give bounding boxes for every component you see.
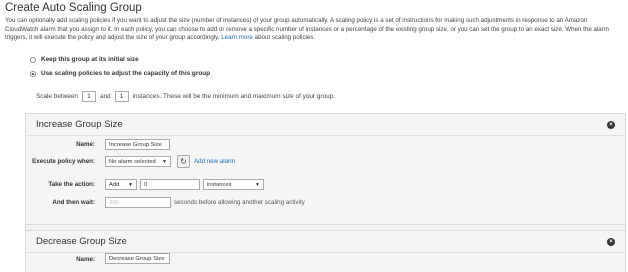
learn-more-link[interactable]: Learn more bbox=[221, 34, 253, 41]
use-policies-label: Use scaling policies to adjust the capac… bbox=[41, 70, 211, 77]
max-size-input[interactable]: 1 bbox=[114, 91, 129, 102]
increase-policy-panel: Increase Group Size × bbox=[25, 113, 626, 225]
intro-line-2: CloudWatch alarm that you assign to it. … bbox=[5, 25, 609, 33]
decrease-name-label: Name: bbox=[76, 256, 95, 263]
page-title: Create Auto Scaling Group bbox=[5, 2, 142, 14]
intro-text: You can optionally add scaling policies … bbox=[5, 17, 625, 43]
decrease-panel-header: Decrease Group Size × bbox=[26, 231, 625, 253]
unit-select-value: instances bbox=[207, 181, 232, 188]
execute-policy-label: Execute policy when: bbox=[32, 158, 95, 165]
chevron-down-icon: ▼ bbox=[162, 158, 167, 165]
min-size-input[interactable]: 1 bbox=[81, 91, 96, 102]
unit-select[interactable]: instances ▼ bbox=[203, 179, 264, 190]
increase-name-label: Name: bbox=[76, 141, 95, 148]
keep-size-label: Keep this group at its initial size bbox=[41, 56, 139, 63]
close-icon[interactable]: × bbox=[607, 237, 615, 246]
intro-line-1: You can optionally add scaling policies … bbox=[5, 17, 588, 24]
keep-size-option[interactable]: Keep this group at its initial size bbox=[30, 56, 139, 63]
alarm-select-value: No alarm selected bbox=[109, 158, 156, 165]
alarm-select[interactable]: No alarm selected ▼ bbox=[105, 156, 171, 167]
decrease-policy-panel: Decrease Group Size × bbox=[25, 230, 626, 272]
use-policies-option[interactable]: Use scaling policies to adjust the capac… bbox=[30, 70, 210, 77]
action-select-value: Add bbox=[109, 181, 120, 188]
wait-suffix: seconds before allowing another scaling … bbox=[174, 199, 305, 206]
increase-panel-header: Increase Group Size × bbox=[26, 114, 625, 136]
wait-label: And then wait: bbox=[52, 199, 95, 206]
use-policies-radio[interactable] bbox=[30, 70, 36, 77]
intro-line-3-text: triggers, it will execute the policy and… bbox=[5, 34, 220, 42]
take-action-label: Take the action: bbox=[48, 181, 95, 188]
intro-line-3: triggers, it will execute the policy and… bbox=[5, 34, 625, 43]
scale-suffix: instances. These will be the minimum and… bbox=[132, 93, 335, 100]
action-amount-input[interactable]: 0 bbox=[140, 179, 200, 190]
refresh-icon[interactable]: ↻ bbox=[177, 155, 190, 168]
scale-and: and bbox=[99, 93, 111, 100]
close-icon[interactable]: × bbox=[607, 120, 615, 129]
action-select[interactable]: Add ▼ bbox=[105, 179, 137, 190]
chevron-down-icon: ▼ bbox=[255, 181, 260, 188]
chevron-down-icon: ▼ bbox=[128, 181, 133, 188]
keep-size-radio[interactable] bbox=[30, 56, 36, 63]
intro-tail: about scaling policies. bbox=[254, 34, 316, 42]
wait-seconds-input[interactable]: 300 bbox=[105, 197, 171, 208]
increase-name-input[interactable]: Increase Group Size bbox=[105, 139, 170, 150]
scale-between-row: Scale between 1 and 1 instances. These w… bbox=[36, 91, 335, 102]
decrease-panel-title: Decrease Group Size bbox=[36, 236, 127, 247]
scale-prefix: Scale between bbox=[36, 93, 78, 100]
increase-panel-title: Increase Group Size bbox=[36, 119, 123, 130]
add-new-alarm-link[interactable]: Add new alarm bbox=[194, 158, 235, 165]
decrease-name-input[interactable]: Decrease Group Size bbox=[105, 253, 170, 264]
